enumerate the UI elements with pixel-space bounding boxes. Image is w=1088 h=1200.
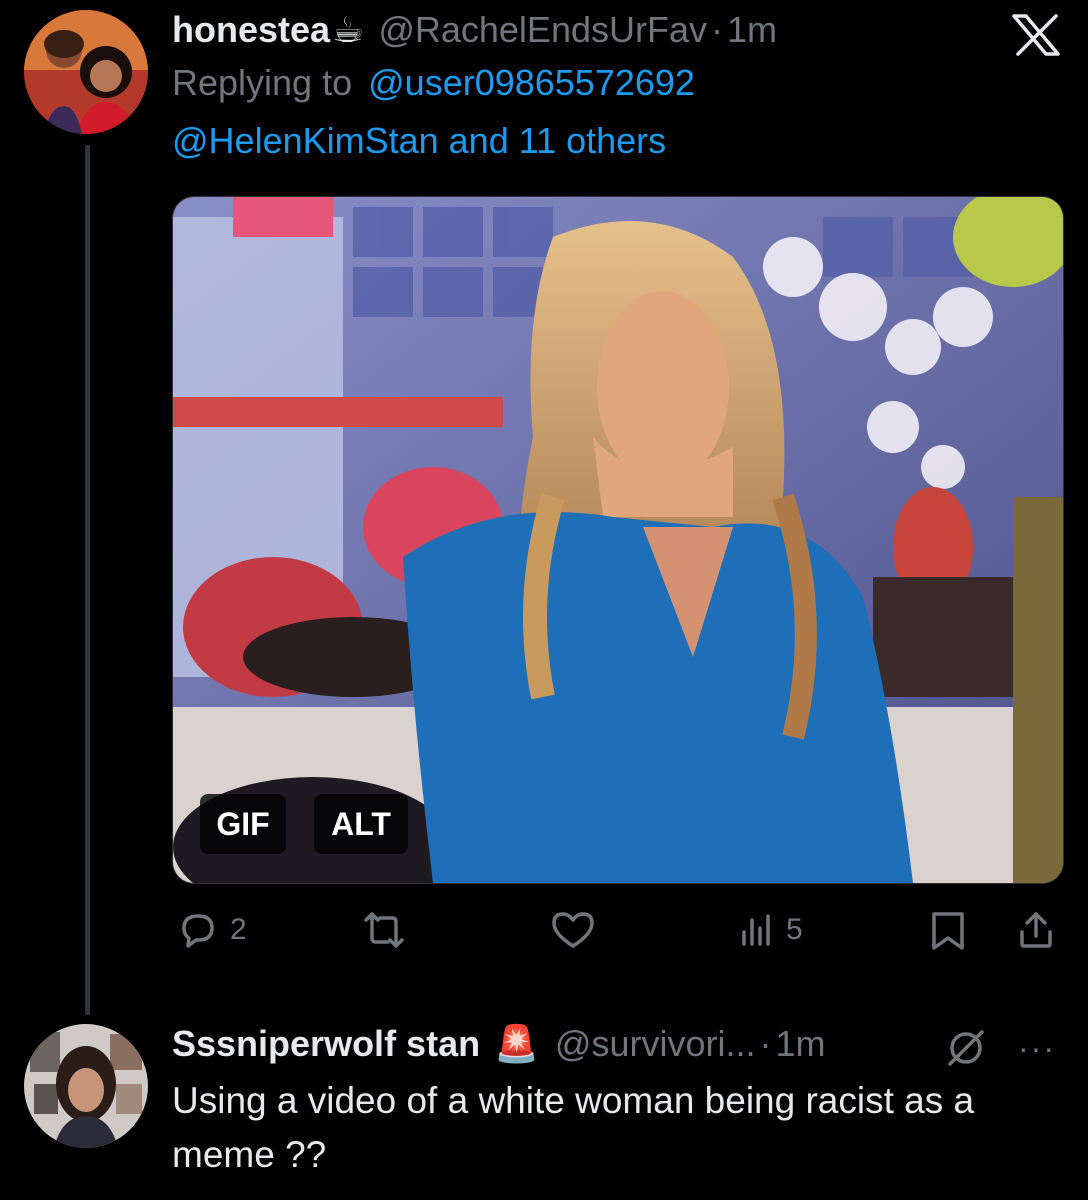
gif-badge: GIF xyxy=(200,794,286,854)
user-handle[interactable]: @RachelEndsUrFav xyxy=(378,9,707,51)
alt-badge[interactable]: ALT xyxy=(314,794,408,854)
replying-to-user-link[interactable]: @user09865572692 xyxy=(368,62,695,103)
separator-dot: · xyxy=(711,9,723,50)
avatar-image xyxy=(24,10,148,134)
share-action[interactable] xyxy=(1014,900,1058,960)
comment-bubble-icon xyxy=(182,914,214,948)
reply-header: Sssniperwolf stan 🚨 @survivori... · 1m xyxy=(172,1018,826,1070)
avatar-honestea[interactable] xyxy=(24,10,148,134)
retweet-action[interactable] xyxy=(358,900,418,960)
reply-time[interactable]: 1m xyxy=(775,1023,825,1065)
reply-action[interactable]: 2 xyxy=(174,900,247,960)
gif-frame-image xyxy=(173,197,1063,883)
reply-text: Using a video of a white woman being rac… xyxy=(172,1080,975,1175)
views-action[interactable]: 5 xyxy=(738,900,803,960)
tweet-header: honestea ☕ @RachelEndsUrFav · 1m xyxy=(172,6,777,54)
like-action[interactable] xyxy=(548,900,606,960)
avatar-image xyxy=(24,1024,148,1148)
x-logo-icon[interactable] xyxy=(1012,14,1060,56)
share-upload-icon xyxy=(1020,912,1052,948)
replying-to-label: Replying to xyxy=(172,62,353,103)
gif-media[interactable] xyxy=(172,196,1064,884)
heart-icon xyxy=(552,912,594,948)
bookmark-action[interactable] xyxy=(928,900,968,960)
display-name[interactable]: honestea xyxy=(172,9,330,51)
tweet-time[interactable]: 1m xyxy=(727,9,777,51)
replying-to-others-link[interactable]: @HelenKimStan and 11 others xyxy=(172,120,666,161)
retweet-icon xyxy=(364,912,404,948)
display-name[interactable]: Sssniperwolf stan xyxy=(172,1023,480,1065)
user-handle[interactable]: @survivori... xyxy=(555,1023,756,1065)
thread-connector-line xyxy=(85,145,90,1015)
more-options-button[interactable]: ··· xyxy=(1018,1030,1056,1067)
bar-chart-icon xyxy=(742,914,770,946)
replying-to-line: Replying to @user09865572692 xyxy=(172,62,695,104)
views-count: 5 xyxy=(786,913,803,946)
siren-emoji-icon: 🚨 xyxy=(494,1023,539,1064)
separator-dot: · xyxy=(759,1023,772,1064)
bookmark-icon xyxy=(932,912,964,950)
reply-count: 2 xyxy=(230,913,247,946)
coffee-emoji-icon: ☕ xyxy=(332,9,365,50)
mute-circle-slash-icon[interactable] xyxy=(944,1026,988,1070)
avatar-sssniperwolf-stan[interactable] xyxy=(24,1024,148,1148)
